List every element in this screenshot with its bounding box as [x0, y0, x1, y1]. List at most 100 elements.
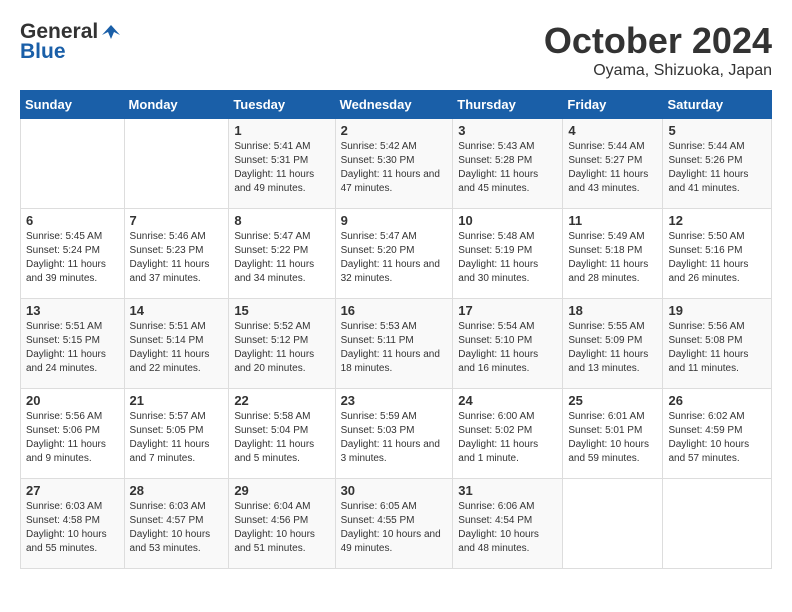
day-info: Sunrise: 6:05 AMSunset: 4:55 PMDaylight:…: [341, 500, 448, 556]
col-monday: Monday: [124, 91, 229, 119]
calendar-cell: 28 Sunrise: 6:03 AMSunset: 4:57 PMDaylig…: [124, 479, 229, 569]
day-number: 15: [234, 303, 329, 318]
col-wednesday: Wednesday: [335, 91, 453, 119]
day-number: 25: [568, 393, 657, 408]
calendar-cell: 7 Sunrise: 5:46 AMSunset: 5:23 PMDayligh…: [124, 209, 229, 299]
day-info: Sunrise: 5:52 AMSunset: 5:12 PMDaylight:…: [234, 320, 329, 376]
day-info: Sunrise: 6:00 AMSunset: 5:02 PMDaylight:…: [458, 410, 557, 466]
calendar-cell: 3 Sunrise: 5:43 AMSunset: 5:28 PMDayligh…: [453, 119, 563, 209]
calendar-cell: 4 Sunrise: 5:44 AMSunset: 5:27 PMDayligh…: [563, 119, 663, 209]
day-info: Sunrise: 5:56 AMSunset: 5:08 PMDaylight:…: [668, 320, 766, 376]
calendar-cell: 18 Sunrise: 5:55 AMSunset: 5:09 PMDaylig…: [563, 299, 663, 389]
day-info: Sunrise: 6:03 AMSunset: 4:58 PMDaylight:…: [26, 500, 119, 556]
day-number: 2: [341, 123, 448, 138]
day-info: Sunrise: 5:54 AMSunset: 5:10 PMDaylight:…: [458, 320, 557, 376]
day-info: Sunrise: 5:55 AMSunset: 5:09 PMDaylight:…: [568, 320, 657, 376]
day-number: 18: [568, 303, 657, 318]
day-info: Sunrise: 5:44 AMSunset: 5:26 PMDaylight:…: [668, 140, 766, 196]
day-number: 31: [458, 483, 557, 498]
month-title: October 2024: [544, 20, 772, 62]
calendar-cell: 21 Sunrise: 5:57 AMSunset: 5:05 PMDaylig…: [124, 389, 229, 479]
calendar-cell: 9 Sunrise: 5:47 AMSunset: 5:20 PMDayligh…: [335, 209, 453, 299]
calendar-week-row: 27 Sunrise: 6:03 AMSunset: 4:58 PMDaylig…: [21, 479, 772, 569]
col-sunday: Sunday: [21, 91, 125, 119]
calendar-cell: 29 Sunrise: 6:04 AMSunset: 4:56 PMDaylig…: [229, 479, 335, 569]
calendar-week-row: 13 Sunrise: 5:51 AMSunset: 5:15 PMDaylig…: [21, 299, 772, 389]
page-header: General Blue October 2024 Oyama, Shizuok…: [20, 20, 772, 80]
calendar-cell: [563, 479, 663, 569]
logo: General Blue: [20, 20, 122, 64]
day-number: 21: [130, 393, 224, 408]
calendar-week-row: 1 Sunrise: 5:41 AMSunset: 5:31 PMDayligh…: [21, 119, 772, 209]
calendar-table: Sunday Monday Tuesday Wednesday Thursday…: [20, 90, 772, 569]
day-number: 27: [26, 483, 119, 498]
day-info: Sunrise: 6:06 AMSunset: 4:54 PMDaylight:…: [458, 500, 557, 556]
logo-blue-text: Blue: [20, 40, 66, 64]
day-number: 5: [668, 123, 766, 138]
day-number: 9: [341, 213, 448, 228]
calendar-cell: 20 Sunrise: 5:56 AMSunset: 5:06 PMDaylig…: [21, 389, 125, 479]
calendar-cell: 11 Sunrise: 5:49 AMSunset: 5:18 PMDaylig…: [563, 209, 663, 299]
calendar-cell: 10 Sunrise: 5:48 AMSunset: 5:19 PMDaylig…: [453, 209, 563, 299]
day-number: 29: [234, 483, 329, 498]
day-number: 8: [234, 213, 329, 228]
calendar-week-row: 6 Sunrise: 5:45 AMSunset: 5:24 PMDayligh…: [21, 209, 772, 299]
day-info: Sunrise: 5:47 AMSunset: 5:22 PMDaylight:…: [234, 230, 329, 286]
header-row: Sunday Monday Tuesday Wednesday Thursday…: [21, 91, 772, 119]
day-info: Sunrise: 6:02 AMSunset: 4:59 PMDaylight:…: [668, 410, 766, 466]
day-info: Sunrise: 5:57 AMSunset: 5:05 PMDaylight:…: [130, 410, 224, 466]
calendar-cell: 30 Sunrise: 6:05 AMSunset: 4:55 PMDaylig…: [335, 479, 453, 569]
day-number: 20: [26, 393, 119, 408]
day-number: 28: [130, 483, 224, 498]
col-tuesday: Tuesday: [229, 91, 335, 119]
calendar-cell: 12 Sunrise: 5:50 AMSunset: 5:16 PMDaylig…: [663, 209, 772, 299]
day-number: 17: [458, 303, 557, 318]
day-number: 19: [668, 303, 766, 318]
calendar-cell: 2 Sunrise: 5:42 AMSunset: 5:30 PMDayligh…: [335, 119, 453, 209]
col-thursday: Thursday: [453, 91, 563, 119]
day-info: Sunrise: 5:50 AMSunset: 5:16 PMDaylight:…: [668, 230, 766, 286]
day-info: Sunrise: 6:03 AMSunset: 4:57 PMDaylight:…: [130, 500, 224, 556]
day-info: Sunrise: 5:58 AMSunset: 5:04 PMDaylight:…: [234, 410, 329, 466]
col-friday: Friday: [563, 91, 663, 119]
day-number: 12: [668, 213, 766, 228]
day-number: 3: [458, 123, 557, 138]
day-info: Sunrise: 5:51 AMSunset: 5:15 PMDaylight:…: [26, 320, 119, 376]
title-section: October 2024 Oyama, Shizuoka, Japan: [544, 20, 772, 80]
calendar-cell: 23 Sunrise: 5:59 AMSunset: 5:03 PMDaylig…: [335, 389, 453, 479]
day-info: Sunrise: 6:01 AMSunset: 5:01 PMDaylight:…: [568, 410, 657, 466]
day-info: Sunrise: 5:56 AMSunset: 5:06 PMDaylight:…: [26, 410, 119, 466]
day-number: 13: [26, 303, 119, 318]
calendar-cell: 25 Sunrise: 6:01 AMSunset: 5:01 PMDaylig…: [563, 389, 663, 479]
calendar-cell: 5 Sunrise: 5:44 AMSunset: 5:26 PMDayligh…: [663, 119, 772, 209]
day-info: Sunrise: 5:42 AMSunset: 5:30 PMDaylight:…: [341, 140, 448, 196]
calendar-cell: [124, 119, 229, 209]
day-number: 14: [130, 303, 224, 318]
day-number: 4: [568, 123, 657, 138]
day-info: Sunrise: 5:43 AMSunset: 5:28 PMDaylight:…: [458, 140, 557, 196]
day-number: 30: [341, 483, 448, 498]
day-info: Sunrise: 5:59 AMSunset: 5:03 PMDaylight:…: [341, 410, 448, 466]
day-info: Sunrise: 6:04 AMSunset: 4:56 PMDaylight:…: [234, 500, 329, 556]
day-number: 11: [568, 213, 657, 228]
day-info: Sunrise: 5:49 AMSunset: 5:18 PMDaylight:…: [568, 230, 657, 286]
day-number: 1: [234, 123, 329, 138]
calendar-cell: 19 Sunrise: 5:56 AMSunset: 5:08 PMDaylig…: [663, 299, 772, 389]
day-info: Sunrise: 5:46 AMSunset: 5:23 PMDaylight:…: [130, 230, 224, 286]
day-info: Sunrise: 5:48 AMSunset: 5:19 PMDaylight:…: [458, 230, 557, 286]
logo-bird-icon: [100, 21, 122, 43]
calendar-cell: 22 Sunrise: 5:58 AMSunset: 5:04 PMDaylig…: [229, 389, 335, 479]
col-saturday: Saturday: [663, 91, 772, 119]
day-number: 22: [234, 393, 329, 408]
calendar-cell: 16 Sunrise: 5:53 AMSunset: 5:11 PMDaylig…: [335, 299, 453, 389]
calendar-cell: 26 Sunrise: 6:02 AMSunset: 4:59 PMDaylig…: [663, 389, 772, 479]
calendar-cell: 14 Sunrise: 5:51 AMSunset: 5:14 PMDaylig…: [124, 299, 229, 389]
calendar-cell: [663, 479, 772, 569]
calendar-week-row: 20 Sunrise: 5:56 AMSunset: 5:06 PMDaylig…: [21, 389, 772, 479]
calendar-cell: 31 Sunrise: 6:06 AMSunset: 4:54 PMDaylig…: [453, 479, 563, 569]
calendar-cell: 15 Sunrise: 5:52 AMSunset: 5:12 PMDaylig…: [229, 299, 335, 389]
location-title: Oyama, Shizuoka, Japan: [544, 62, 772, 80]
day-number: 6: [26, 213, 119, 228]
day-info: Sunrise: 5:53 AMSunset: 5:11 PMDaylight:…: [341, 320, 448, 376]
day-number: 7: [130, 213, 224, 228]
